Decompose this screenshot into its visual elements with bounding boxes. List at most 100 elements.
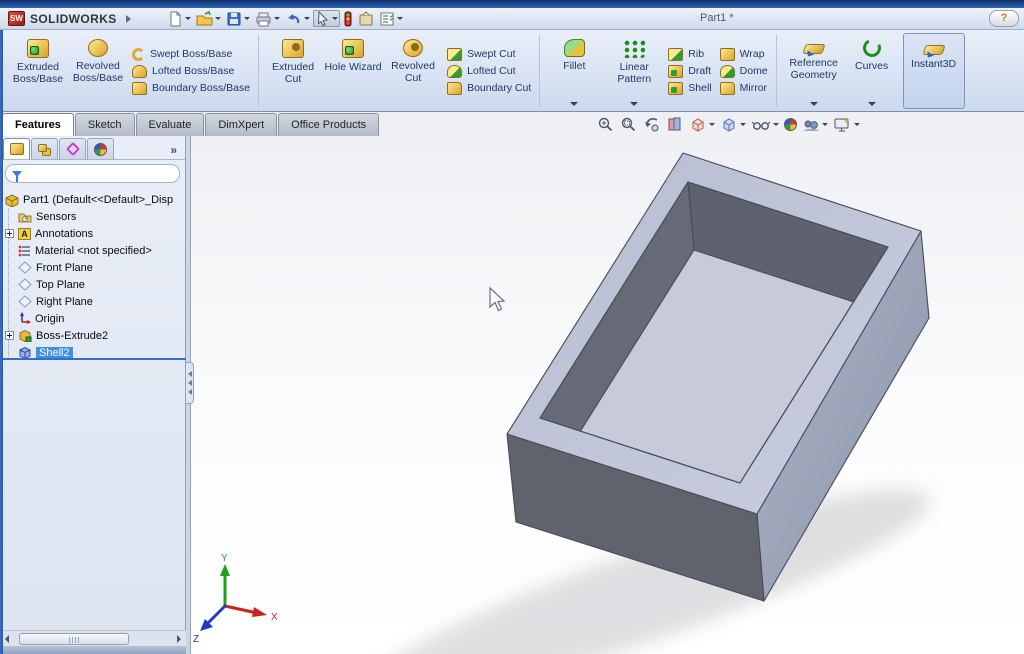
display-style-button[interactable] (719, 115, 747, 134)
hole-wizard-button[interactable]: Hole Wizard (323, 33, 383, 109)
fillet-icon (563, 39, 585, 57)
options-button[interactable] (377, 10, 405, 28)
panel-overflow-chevron[interactable]: » (170, 143, 183, 159)
solidworks-menu[interactable]: SW SOLIDWORKS (0, 11, 139, 26)
tab-office-products[interactable]: Office Products (278, 113, 380, 136)
curves-dropdown-icon[interactable] (867, 102, 876, 106)
hide-show-dropdown-icon[interactable] (773, 123, 779, 126)
tree-item-sensors[interactable]: Sensors (2, 208, 185, 225)
apply-scene-dropdown-icon[interactable] (822, 123, 828, 126)
tree-item-right-plane[interactable]: Right Plane (2, 293, 185, 310)
tree-root[interactable]: Part1 (Default<<Default>_Disp (2, 191, 185, 208)
extruded-boss-button[interactable]: Extruded Boss/Base (8, 33, 68, 109)
rebuild-button[interactable] (341, 10, 355, 28)
tab-dimxpert[interactable]: DimXpert (205, 113, 278, 136)
previous-view-icon (645, 118, 659, 132)
view-orientation-button[interactable] (688, 115, 716, 134)
view-orientation-icon (692, 118, 704, 132)
new-dropdown-icon[interactable] (184, 17, 191, 20)
lofted-cut-button[interactable]: Lofted Cut (447, 64, 531, 78)
view-settings-dropdown-icon[interactable] (854, 123, 860, 126)
configurationmanager-tab[interactable] (31, 138, 58, 159)
new-document-button[interactable] (165, 10, 193, 28)
rib-button[interactable]: Rib (668, 47, 711, 61)
tree-item-annotations[interactable]: A Annotations (2, 225, 185, 242)
lofted-boss-button[interactable]: Lofted Boss/Base (132, 64, 250, 78)
expand-icon[interactable] (5, 229, 14, 238)
tree-item-origin[interactable]: Origin (2, 310, 185, 327)
shell-button[interactable]: Shell (668, 81, 712, 95)
hide-show-items-button[interactable] (750, 115, 780, 134)
ribbon-separator (258, 35, 260, 107)
linear-pattern-dropdown-icon[interactable] (630, 102, 639, 106)
apply-scene-button[interactable] (801, 115, 829, 134)
undo-dropdown-icon[interactable] (303, 17, 310, 20)
dome-button[interactable]: Dome (719, 64, 768, 78)
linear-pattern-button[interactable]: Linear Pattern (604, 33, 664, 109)
help-button[interactable]: ? (989, 10, 1019, 27)
options-dropdown-icon[interactable] (396, 17, 403, 20)
edit-appearance-button[interactable] (783, 117, 798, 132)
select-button[interactable] (312, 10, 340, 27)
tab-sketch[interactable]: Sketch (74, 113, 135, 136)
featuremanager-tab[interactable] (3, 138, 30, 159)
apply-scene-icon (804, 120, 819, 131)
print-button[interactable] (253, 10, 282, 28)
open-button[interactable] (194, 10, 223, 28)
boundary-boss-button[interactable]: Boundary Boss/Base (132, 81, 250, 95)
boundary-cut-icon (447, 81, 463, 95)
previous-view-button[interactable] (642, 115, 662, 134)
extruded-cut-button[interactable]: Extruded Cut (263, 33, 323, 109)
revolved-cut-button[interactable]: Revolved Cut (383, 33, 443, 109)
hide-show-items-icon (751, 121, 771, 130)
zoom-to-area-button[interactable] (619, 115, 639, 134)
tree-item-material[interactable]: Material <not specified> (2, 242, 185, 259)
propertymanager-tab[interactable] (59, 138, 86, 159)
tree-item-boss-extrude2[interactable]: Boss-Extrude2 (2, 327, 185, 344)
scroll-right-button[interactable] (172, 632, 186, 646)
scrollbar-thumb[interactable] (19, 632, 129, 645)
model-viewport[interactable]: Y X Z (191, 136, 1024, 654)
select-cursor-icon (317, 11, 328, 26)
undo-icon (287, 13, 299, 23)
view-settings-button[interactable] (832, 115, 861, 134)
reference-geometry-dropdown-icon[interactable] (809, 102, 818, 106)
instant3d-button[interactable]: Instant3D (902, 33, 965, 109)
curves-button[interactable]: Curves (847, 33, 897, 109)
reference-geometry-button[interactable]: Reference Geometry (781, 33, 847, 109)
swept-boss-button[interactable]: Swept Boss/Base (132, 47, 250, 61)
feature-small-group-1: Rib Draft Shell (664, 33, 715, 109)
dome-icon (719, 64, 735, 78)
tab-features[interactable]: Features (2, 113, 74, 136)
save-dropdown-icon[interactable] (243, 17, 250, 20)
panel-horizontal-scrollbar[interactable] (0, 630, 186, 646)
revolved-boss-button[interactable]: Revolved Boss/Base (68, 33, 128, 109)
tree-item-top-plane[interactable]: Top Plane (2, 276, 185, 293)
swept-cut-button[interactable]: Swept Cut (447, 47, 531, 61)
print-dropdown-icon[interactable] (273, 17, 280, 20)
mirror-button[interactable]: Mirror (719, 81, 768, 95)
fillet-dropdown-icon[interactable] (570, 102, 579, 106)
fillet-button[interactable]: Fillet (544, 33, 604, 109)
expand-icon[interactable] (5, 331, 14, 340)
select-dropdown-icon[interactable] (331, 17, 338, 20)
open-dropdown-icon[interactable] (214, 17, 221, 20)
zoom-to-fit-button[interactable] (596, 115, 616, 134)
display-style-dropdown-icon[interactable] (740, 123, 746, 126)
save-button[interactable] (224, 10, 252, 28)
boundary-cut-button[interactable]: Boundary Cut (447, 81, 531, 95)
rollback-bar[interactable] (0, 358, 186, 360)
draft-button[interactable]: Draft (668, 64, 711, 78)
undo-button[interactable] (283, 10, 312, 28)
panel-collapse-handle[interactable] (186, 362, 194, 404)
wrap-button[interactable]: Wrap (719, 47, 768, 61)
file-properties-button[interactable] (356, 10, 376, 28)
menu-flyout-icon[interactable] (125, 14, 131, 23)
displaymanager-tab[interactable] (87, 138, 114, 159)
tree-filter-input[interactable] (5, 164, 180, 183)
view-orientation-dropdown-icon[interactable] (709, 123, 715, 126)
sensors-icon (18, 211, 32, 223)
tree-item-front-plane[interactable]: Front Plane (2, 259, 185, 276)
section-view-button[interactable] (665, 115, 685, 134)
tab-evaluate[interactable]: Evaluate (135, 113, 205, 136)
